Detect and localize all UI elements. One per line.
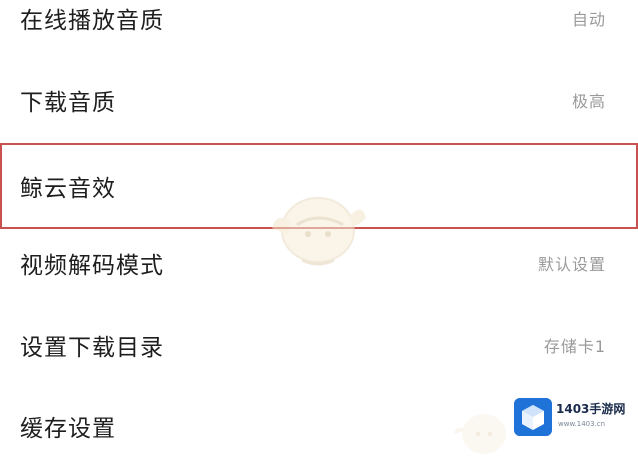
logo-subtext: www.1403.cn: [558, 420, 606, 428]
setting-row-download-quality[interactable]: 下载音质 极高: [0, 59, 638, 141]
setting-label: 鲸云音效: [20, 176, 116, 202]
setting-label: 视频解码模式: [20, 253, 164, 279]
setting-value: 自动: [571, 10, 606, 29]
setting-label: 设置下载目录: [20, 335, 164, 361]
setting-label: 下载音质: [20, 90, 116, 116]
cube-logo-icon: [514, 398, 552, 436]
setting-row-online-playback-quality[interactable]: 在线播放音质 自动: [0, 0, 638, 59]
setting-value: 极高: [571, 92, 606, 111]
setting-value: 默认设置: [537, 255, 606, 274]
mascot-watermark-small-icon: [454, 414, 506, 454]
mascot-watermark-icon: [272, 197, 366, 266]
logo-text: 1403手游网: [556, 402, 626, 416]
setting-value: 存储卡1: [543, 337, 606, 356]
site-logo: 1403手游网 www.1403.cn: [514, 398, 634, 440]
setting-label: 在线播放音质: [20, 8, 164, 34]
setting-label: 缓存设置: [20, 416, 116, 442]
setting-row-download-directory[interactable]: 设置下载目录 存储卡1: [0, 304, 638, 386]
